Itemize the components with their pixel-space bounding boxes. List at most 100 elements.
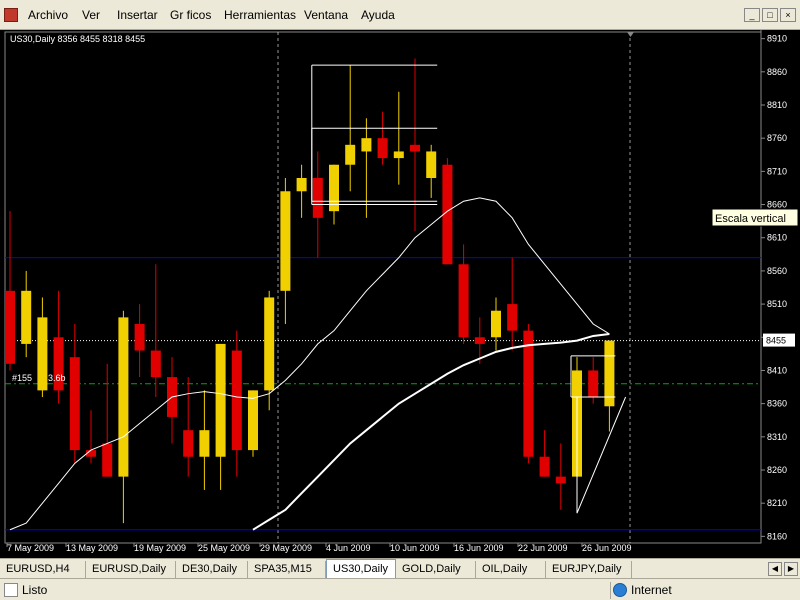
menu-ventana[interactable]: Ventana: [304, 8, 348, 22]
tab-scroll-right-icon[interactable]: ▶: [784, 562, 798, 576]
zone-text: Internet: [631, 583, 672, 597]
y-tick-label-4: 8710: [767, 166, 787, 176]
tab-oil-daily[interactable]: OIL,Daily: [476, 561, 546, 578]
x-tick-label-8: 22 Jun 2009: [518, 543, 568, 553]
price-chart[interactable]: 8910886088108760871086608610856085108460…: [0, 30, 800, 558]
chart-tabs: EURUSD,H4 EURUSD,Daily DE30,Daily SPA35,M15…: [0, 558, 800, 579]
minimize-button[interactable]: _: [744, 8, 760, 22]
x-tick-label-3: 25 May 2009: [198, 543, 250, 553]
status-text: Listo: [22, 583, 48, 597]
candle-body-34: [555, 476, 566, 484]
candle-body-23: [377, 138, 388, 159]
candle-body-25: [410, 144, 420, 152]
candle-body-8: [134, 324, 145, 351]
tab-eurusd-daily[interactable]: EURUSD,Daily: [86, 561, 176, 578]
chart-shift-marker[interactable]: [627, 32, 634, 37]
y-tick-label-6: 8610: [767, 233, 787, 243]
candle-body-24: [393, 151, 404, 159]
tab-gold-daily[interactable]: GOLD,Daily: [396, 561, 476, 578]
candle-body-1: [21, 290, 32, 344]
candle-body-12: [199, 430, 210, 457]
candle-body-4: [69, 357, 80, 451]
candle-body-11: [183, 430, 194, 457]
x-tick-label-0: 7 May 2009: [7, 543, 54, 553]
tab-de30-daily[interactable]: DE30,Daily: [176, 561, 248, 578]
close-button[interactable]: ×: [780, 8, 796, 22]
chart-header: US30,Daily 8356 8455 8318 8455: [10, 34, 145, 44]
candle-body-28: [458, 264, 469, 338]
chart-window[interactable]: 8910886088108760871086608610856085108460…: [0, 30, 800, 558]
candle-body-0: [5, 290, 15, 364]
x-tick-label-2: 19 May 2009: [134, 543, 186, 553]
candle-body-31: [507, 304, 518, 331]
tooltip-text: Escala vertical: [715, 213, 786, 225]
candle-body-32: [523, 330, 534, 457]
menu-insertar[interactable]: Insertar: [117, 8, 158, 22]
y-tick-label-3: 8760: [767, 133, 787, 143]
menu-ver[interactable]: Ver: [82, 8, 100, 22]
x-tick-label-6: 10 Jun 2009: [390, 543, 440, 553]
y-tick-label-1: 8860: [767, 67, 787, 77]
x-tick-label-7: 16 Jun 2009: [454, 543, 504, 553]
candle-body-33: [539, 456, 550, 477]
page-icon: [4, 583, 18, 597]
y-tick-label-13: 8260: [767, 465, 787, 475]
candle-body-15: [248, 390, 258, 451]
restore-button[interactable]: □: [762, 8, 778, 22]
current-price-label: 8455: [766, 336, 786, 346]
candle-body-21: [345, 144, 356, 165]
menu-bar: Archivo Ver Insertar Gr ficos Herramient…: [0, 0, 800, 30]
x-tick-label-4: 29 May 2009: [260, 543, 312, 553]
x-tick-label-9: 26 Jun 2009: [582, 543, 632, 553]
candle-body-29: [474, 337, 485, 344]
candle-body-16: [264, 297, 275, 391]
candle-body-14: [231, 350, 242, 451]
y-tick-label-10: 8410: [767, 365, 787, 375]
candle-body-36: [588, 370, 599, 397]
candle-body-9: [150, 350, 161, 378]
candle-body-17: [280, 191, 291, 291]
y-tick-label-5: 8660: [767, 200, 787, 210]
tooltip: Escala vertical: [711, 208, 799, 227]
candle-body-37: [604, 340, 615, 407]
tab-us30-daily[interactable]: US30,Daily: [326, 559, 396, 579]
x-tick-label-1: 13 May 2009: [66, 543, 118, 553]
current-price-tag: 8455: [763, 333, 795, 347]
status-bar: Listo Internet: [0, 578, 800, 600]
candle-body-18: [296, 178, 307, 192]
x-tick-label-5: 4 Jun 2009: [326, 543, 371, 553]
moving-average-line-0: [9, 197, 610, 531]
y-tick-label-15: 8160: [767, 531, 787, 541]
order-label-suffix: 3.6b: [48, 373, 66, 383]
tab-eurjpy-daily[interactable]: EURJPY,Daily: [546, 561, 632, 578]
y-tick-label-14: 8210: [767, 498, 787, 508]
y-tick-label-7: 8560: [767, 266, 787, 276]
candle-body-19: [312, 178, 323, 218]
y-tick-label-11: 8360: [767, 399, 787, 409]
candle-body-22: [361, 138, 372, 152]
menu-herramientas[interactable]: Herramientas: [224, 8, 296, 22]
menu-ayuda[interactable]: Ayuda: [361, 8, 395, 22]
candle-body-7: [118, 317, 129, 477]
menu-graficos[interactable]: Gr ficos: [170, 8, 211, 22]
tab-spa35-m15[interactable]: SPA35,M15: [248, 561, 326, 578]
order-label: #155: [12, 373, 32, 383]
tab-eurusd-h4[interactable]: EURUSD,H4: [0, 561, 86, 578]
candle-body-6: [102, 443, 113, 477]
candle-body-13: [215, 343, 226, 457]
app-icon[interactable]: [4, 8, 18, 22]
y-tick-label-0: 8910: [767, 34, 787, 44]
window-controls: _ □ ×: [744, 8, 796, 22]
y-tick-label-12: 8310: [767, 432, 787, 442]
moving-average-line-1: [252, 332, 610, 531]
triangle-annotation-3: [576, 396, 627, 514]
candle-body-26: [426, 151, 437, 178]
y-tick-label-2: 8810: [767, 100, 787, 110]
security-zone: Internet: [610, 582, 798, 599]
tab-scroll-left-icon[interactable]: ◀: [768, 562, 782, 576]
candle-body-2: [37, 317, 48, 391]
y-tick-label-8: 8510: [767, 299, 787, 309]
globe-icon: [613, 583, 627, 597]
candle-body-30: [491, 310, 501, 338]
menu-archivo[interactable]: Archivo: [28, 8, 68, 22]
